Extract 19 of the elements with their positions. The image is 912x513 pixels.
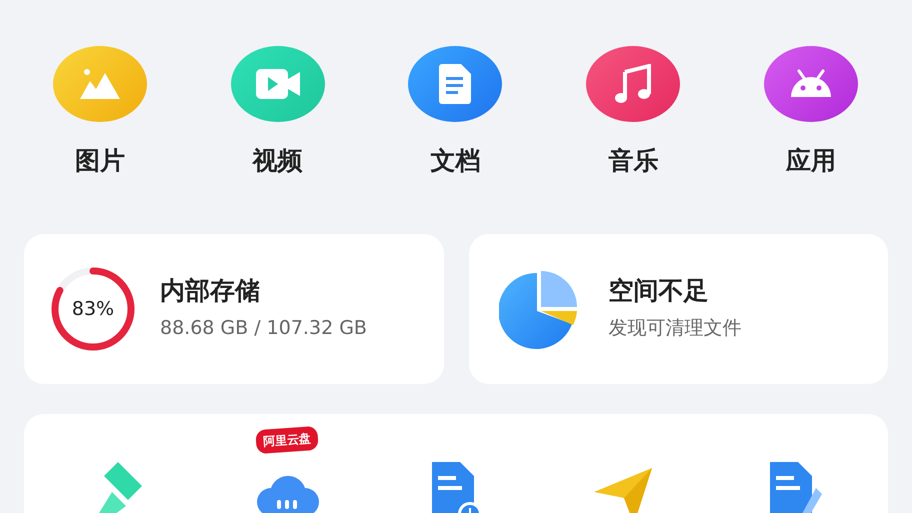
music-note-icon [615, 64, 652, 104]
storage-title: 内部存储 [160, 276, 261, 306]
storage-usage: 88.68 GB / 107.32 GB [160, 316, 367, 341]
android-icon [789, 69, 834, 99]
storage-percent: 83% [72, 296, 114, 322]
pie-chart-icon [498, 269, 578, 349]
category-label[interactable]: 图片 [74, 146, 125, 176]
category-label[interactable]: 视频 [252, 146, 303, 176]
mountains-icon [78, 67, 122, 101]
category-label[interactable]: 应用 [786, 146, 836, 176]
category-label[interactable]: 音乐 [608, 146, 658, 176]
category-label[interactable]: 文档 [430, 146, 480, 176]
cloud-drive-badge: 阿里云盘 [255, 426, 319, 454]
document-icon [439, 64, 472, 104]
video-camera-icon [254, 67, 301, 101]
storage-card[interactable]: 83% 内部存储 88.68 GB / 107.32 GB [24, 234, 444, 384]
cleanup-card[interactable]: 空间不足 发现可清理文件 [468, 234, 888, 384]
cleanup-title: 空间不足 [608, 276, 710, 306]
cleanup-subtitle: 发现可清理文件 [608, 316, 742, 341]
